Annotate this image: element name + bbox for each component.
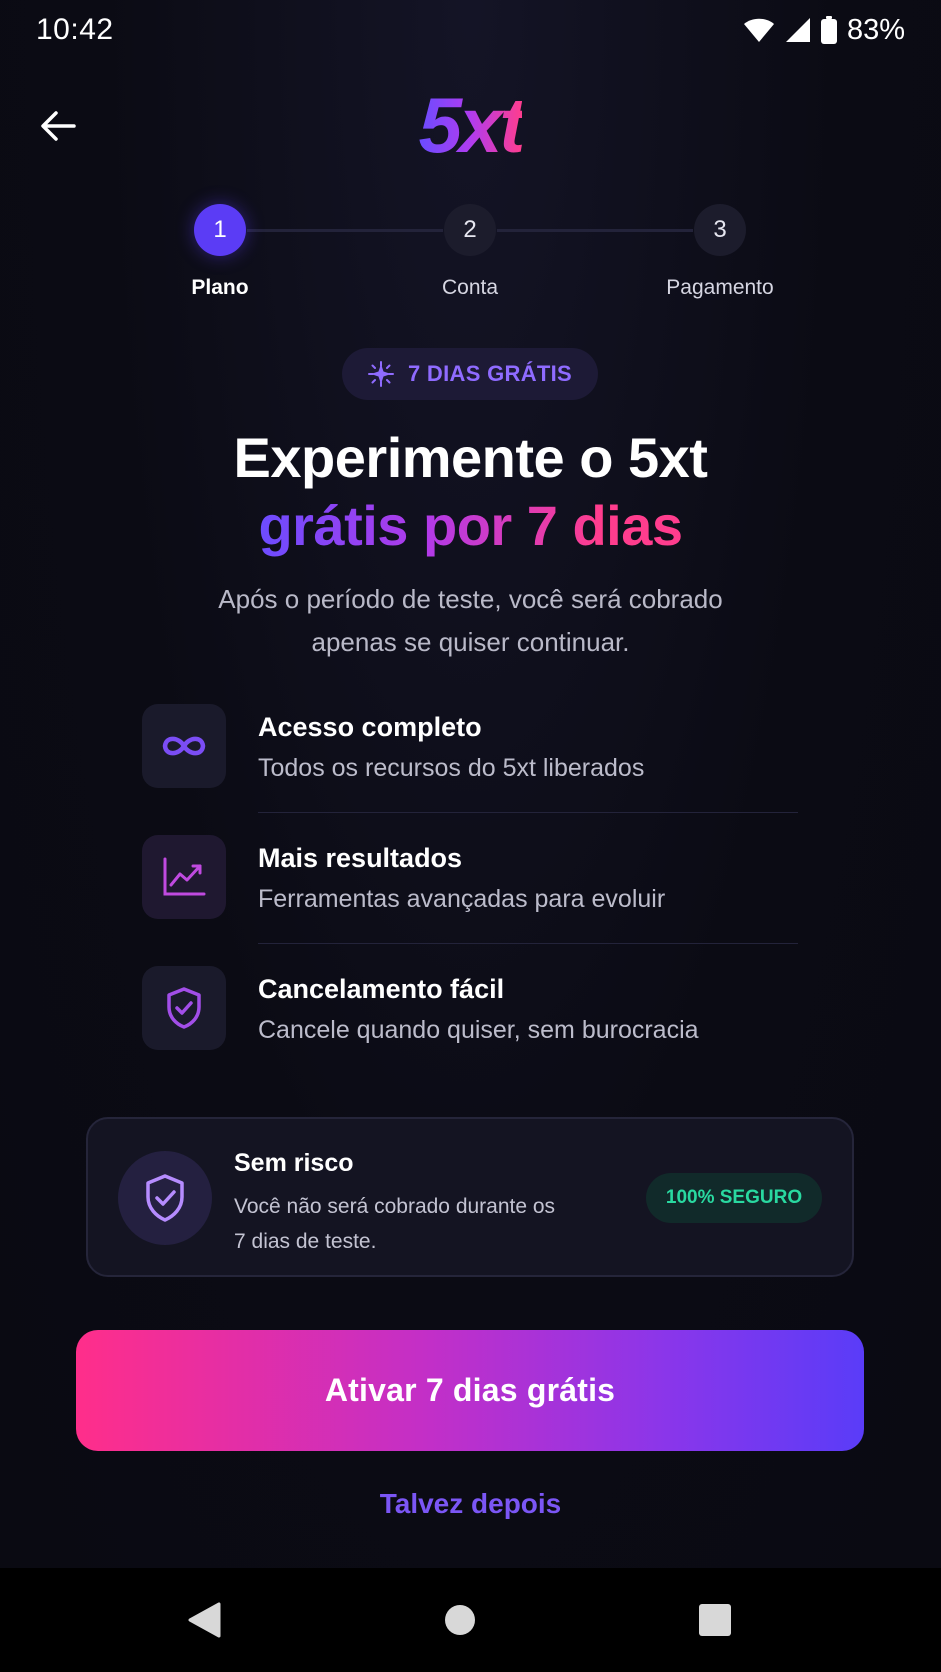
divider — [258, 812, 798, 813]
circle-home-icon — [444, 1605, 475, 1635]
no-risk-card: Sem risco Você não será cobrado durante … — [86, 1117, 854, 1277]
risk-desc-line2: 7 dias de teste. — [234, 1230, 377, 1253]
battery-percent: 83% — [846, 13, 905, 46]
secure-badge: 100% SEGURO — [646, 1173, 822, 1223]
free-days-badge: 7 DIAS GRÁTIS — [342, 348, 598, 400]
status-bar: 10:42 83% — [0, 0, 941, 60]
step-label: Plano — [191, 276, 249, 299]
battery-icon — [820, 16, 837, 44]
risk-title: Sem risco — [234, 1149, 354, 1177]
shield-icon — [118, 1151, 212, 1245]
step-conta: 2 Conta — [370, 204, 570, 300]
feature-list: Acesso completo Todos os recursos do 5xt… — [142, 704, 798, 1097]
nav-back-button[interactable] — [184, 1600, 224, 1640]
feature-title: Cancelamento fácil — [258, 974, 505, 1004]
nav-recents-button[interactable] — [695, 1600, 735, 1640]
step-label: Conta — [441, 276, 499, 299]
subtitle-line1: Após o período de teste, você será cobra… — [218, 584, 723, 614]
infinity-icon — [142, 704, 226, 788]
wifi-icon — [743, 17, 775, 43]
step-number: 3 — [694, 204, 746, 256]
headline-line1: Experimente o 5xt — [233, 426, 708, 489]
nav-home-button[interactable] — [440, 1600, 480, 1640]
shield-check-icon — [142, 966, 226, 1050]
system-nav-bar — [0, 1568, 941, 1672]
step-number: 1 — [194, 204, 246, 256]
feature-item: Mais resultados Ferramentas avançadas pa… — [142, 835, 798, 966]
feature-desc: Ferramentas avançadas para evoluir — [258, 885, 666, 913]
screen: 10:42 83% 5xt 1 Plano 2 Conta 3 Pagament… — [0, 0, 941, 1672]
divider — [258, 943, 798, 944]
step-plano: 1 Plano — [120, 204, 320, 300]
headline-line2: grátis por 7 dias — [258, 494, 683, 557]
sparkle-icon — [367, 361, 394, 387]
stepper: 1 Plano 2 Conta 3 Pagamento — [0, 204, 941, 304]
feature-desc: Todos os recursos do 5xt liberados — [258, 754, 645, 782]
feature-item: Acesso completo Todos os recursos do 5xt… — [142, 704, 798, 835]
maybe-later-link[interactable]: Talvez depois — [0, 1488, 941, 1520]
badge-label: 7 DIAS GRÁTIS — [407, 361, 573, 386]
feature-title: Acesso completo — [258, 712, 482, 742]
headline: Experimente o 5xt grátis por 7 dias — [0, 424, 941, 560]
app-logo: 5xt — [418, 81, 526, 169]
status-time: 10:42 — [36, 13, 114, 46]
subtitle: Após o período de teste, você será cobra… — [150, 578, 791, 664]
feature-title: Mais resultados — [258, 843, 463, 873]
risk-desc: Você não será cobrado durante os 7 dias … — [234, 1189, 614, 1259]
feature-desc: Cancele quando quiser, sem burocracia — [258, 1016, 699, 1044]
triangle-back-icon — [188, 1602, 221, 1638]
step-label: Pagamento — [666, 276, 774, 299]
subtitle-line2: apenas se quiser continuar. — [311, 627, 630, 657]
activate-trial-button[interactable]: Ativar 7 dias grátis — [76, 1330, 864, 1451]
step-number: 2 — [444, 204, 496, 256]
status-icons: 83% — [743, 14, 905, 47]
feature-item: Cancelamento fácil Cancele quando quiser… — [142, 966, 798, 1097]
signal-icon — [785, 17, 811, 43]
step-pagamento: 3 Pagamento — [620, 204, 820, 300]
risk-desc-line1: Você não será cobrado durante os — [234, 1195, 556, 1218]
square-recents-icon — [699, 1604, 731, 1636]
trending-up-icon — [142, 835, 226, 919]
